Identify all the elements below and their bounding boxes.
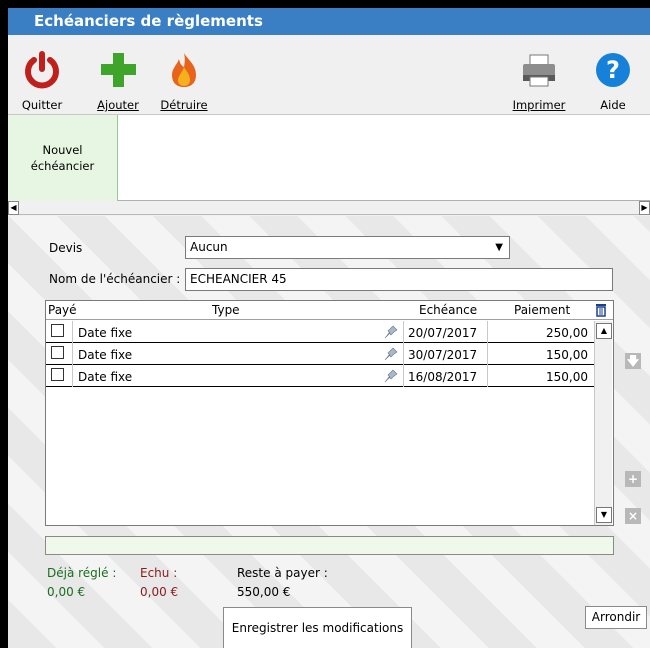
paid-value: 0,00 €: [47, 585, 86, 599]
paid-checkbox[interactable]: [51, 324, 64, 337]
due-label: Echu :: [140, 566, 178, 580]
tab-new-schedule-line1: Nouvel: [42, 143, 83, 157]
add-button[interactable]: Ajouter: [92, 35, 144, 115]
grid-header: Payé Type Echéance Paiement: [46, 301, 613, 320]
help-icon: ?: [596, 53, 630, 87]
plus-icon: [101, 53, 136, 87]
row-type: Date fixe: [78, 326, 133, 340]
print-button[interactable]: Imprimer: [508, 35, 570, 115]
header-type: Type: [212, 303, 240, 317]
help-label: Aide: [600, 98, 626, 112]
header-payment: Paiement: [514, 303, 571, 317]
move-down-button[interactable]: 🡇: [625, 353, 641, 369]
add-label: Ajouter: [97, 98, 139, 112]
row-due-date: 30/07/2017: [408, 348, 478, 362]
schedule-name-input[interactable]: ECHEANCIER 45: [185, 268, 613, 291]
row-type: Date fixe: [78, 370, 133, 384]
paid-label: Déjà réglé :: [47, 566, 117, 580]
schedule-name-label: Nom de l'échéancier :: [49, 272, 181, 286]
delete-row-button[interactable]: ×: [625, 508, 641, 524]
add-row-button[interactable]: +: [625, 471, 641, 487]
svg-text:?: ?: [606, 56, 620, 84]
devis-select[interactable]: Aucun ▼: [185, 236, 510, 259]
tab-new-schedule[interactable]: Nouvel échéancier: [8, 115, 118, 201]
scroll-left-button[interactable]: ◀: [8, 201, 19, 215]
grid-scrollbar[interactable]: ▲ ▼: [594, 321, 612, 525]
fire-icon: [172, 53, 196, 87]
toolbar: Quitter Ajouter Détruire Imprimer ? Aide: [8, 35, 650, 115]
schedule-tabs: Nouvel échéancier: [8, 115, 650, 201]
row-due-date: 20/07/2017: [408, 326, 478, 340]
power-icon: [25, 51, 59, 89]
trash-icon[interactable]: [595, 303, 607, 317]
row-payment: 150,00: [546, 370, 588, 384]
window: Echéanciers de règlements Quitter Ajoute…: [8, 8, 650, 648]
scroll-down-button[interactable]: ▼: [596, 507, 612, 523]
row-due-date: 16/08/2017: [408, 370, 478, 384]
pin-icon[interactable]: [384, 347, 398, 361]
devis-value: Aucun: [190, 240, 228, 254]
row-payment: 150,00: [546, 348, 588, 362]
due-value: 0,00 €: [140, 585, 179, 599]
header-paid: Payé: [48, 303, 77, 317]
quit-label: Quitter: [21, 98, 63, 112]
pin-icon[interactable]: [384, 325, 398, 339]
remaining-value: 550,00 €: [237, 585, 291, 599]
save-changes-button[interactable]: Enregistrer les modifications: [223, 607, 412, 648]
printer-icon: [523, 54, 555, 87]
header-due: Echéance: [419, 303, 478, 317]
chevron-down-icon: ▼: [495, 242, 503, 253]
paid-checkbox[interactable]: [51, 368, 64, 381]
remaining-label: Reste à payer :: [237, 566, 328, 580]
payments-grid: Payé Type Echéance Paiement Date fixe 20…: [45, 300, 614, 526]
table-row[interactable]: Date fixe 20/07/2017 250,00: [46, 321, 594, 343]
table-row[interactable]: Date fixe 16/08/2017 150,00: [46, 365, 594, 387]
row-type: Date fixe: [78, 348, 133, 362]
round-button[interactable]: Arrondir: [585, 606, 647, 629]
table-row[interactable]: Date fixe 30/07/2017 150,00: [46, 343, 594, 365]
schedule-form: Devis Aucun ▼ Nom de l'échéancier : ECHE…: [8, 216, 650, 648]
devis-label: Devis: [49, 241, 83, 255]
pin-icon[interactable]: [384, 369, 398, 383]
payment-progress-bar: [45, 536, 614, 555]
row-payment: 250,00: [546, 326, 588, 340]
print-label: Imprimer: [512, 98, 566, 112]
scroll-up-button[interactable]: ▲: [596, 323, 612, 339]
destroy-label: Détruire: [160, 98, 208, 112]
tab-scrollbar[interactable]: ◀ ▶: [8, 201, 650, 215]
destroy-button[interactable]: Détruire: [158, 35, 210, 115]
tab-new-schedule-line2: échéancier: [30, 159, 95, 173]
window-title: Echéanciers de règlements: [8, 8, 650, 35]
scroll-right-button[interactable]: ▶: [639, 201, 650, 215]
quit-button[interactable]: Quitter: [16, 35, 68, 115]
help-button[interactable]: ? Aide: [590, 35, 636, 115]
paid-checkbox[interactable]: [51, 346, 64, 359]
